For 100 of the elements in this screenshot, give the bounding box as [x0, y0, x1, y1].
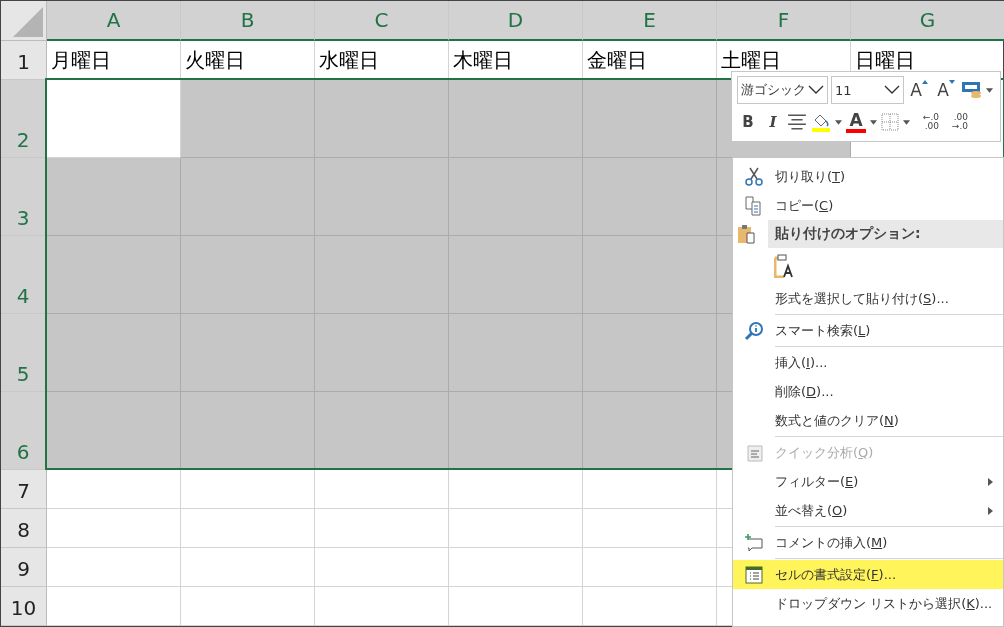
grid-cell[interactable]	[181, 548, 315, 587]
grid-cell[interactable]	[315, 80, 449, 158]
grid-cell[interactable]	[449, 80, 583, 158]
grid-cell[interactable]	[47, 509, 181, 548]
scissors-icon	[744, 166, 764, 187]
grid-cell[interactable]	[583, 548, 717, 587]
grid-cell[interactable]	[583, 587, 717, 626]
grid-cell[interactable]	[181, 80, 315, 158]
grid-cell[interactable]	[181, 470, 315, 509]
fill-color-icon[interactable]	[810, 112, 832, 132]
row-header[interactable]: 6	[1, 392, 47, 470]
paste-values-icon[interactable]	[774, 254, 796, 278]
menu-item[interactable]: スマート検索(L)	[733, 316, 1003, 345]
grid-cell[interactable]	[449, 158, 583, 236]
row-header[interactable]: 9	[1, 548, 47, 587]
column-header[interactable]: G	[851, 1, 1004, 41]
row-header[interactable]: 2	[1, 80, 47, 158]
grid-cell[interactable]	[449, 392, 583, 470]
grid-cell[interactable]	[315, 587, 449, 626]
caret-icon[interactable]	[986, 87, 993, 93]
row-header[interactable]: 1	[1, 41, 47, 80]
column-header[interactable]: D	[449, 1, 583, 41]
grid-cell[interactable]	[583, 509, 717, 548]
grid-cell[interactable]	[47, 236, 181, 314]
row-header[interactable]: 5	[1, 314, 47, 392]
grid-cell[interactable]	[449, 470, 583, 509]
clipboard-icon	[737, 224, 757, 244]
column-header[interactable]: C	[315, 1, 449, 41]
decrease-decimal-button[interactable]: .00 →.0	[942, 113, 968, 131]
column-header[interactable]: B	[181, 1, 315, 41]
grid-cell[interactable]	[181, 158, 315, 236]
row-header[interactable]: 3	[1, 158, 47, 236]
grid-cell[interactable]	[583, 236, 717, 314]
increase-decimal-button[interactable]: ←.0 .00	[913, 113, 939, 131]
submenu-arrow-icon	[988, 507, 993, 515]
grid-cell[interactable]	[315, 158, 449, 236]
menu-item[interactable]: フィルター(E)	[733, 467, 1003, 496]
grid-cell[interactable]	[583, 80, 717, 158]
grid-cell[interactable]	[315, 548, 449, 587]
row-header[interactable]: 7	[1, 470, 47, 509]
align-center-icon[interactable]	[787, 113, 807, 131]
grid-cell[interactable]	[449, 314, 583, 392]
menu-item[interactable]: 挿入(I)...	[733, 348, 1003, 377]
grid-cell[interactable]	[47, 548, 181, 587]
menu-item[interactable]: ドロップダウン リストから選択(K)...	[733, 589, 1003, 618]
font-size-dropdown[interactable]: 11	[831, 76, 904, 104]
chevron-down-icon	[884, 85, 900, 95]
grid-cell[interactable]	[449, 587, 583, 626]
grid-cell[interactable]	[315, 236, 449, 314]
italic-button[interactable]: I	[762, 113, 784, 131]
cell-styles-icon[interactable]	[961, 81, 983, 99]
grid-cell[interactable]	[315, 314, 449, 392]
grid-cell[interactable]	[583, 314, 717, 392]
caret-icon[interactable]	[903, 119, 910, 125]
caret-icon[interactable]	[835, 119, 842, 125]
grid-cell[interactable]	[47, 314, 181, 392]
grid-cell[interactable]	[583, 392, 717, 470]
grid-cell[interactable]	[315, 509, 449, 548]
font-color-button[interactable]: A	[845, 111, 867, 133]
magnifier-info-icon	[744, 320, 764, 341]
grid-cell[interactable]	[47, 158, 181, 236]
font-name-dropdown[interactable]: 游ゴシック	[737, 76, 828, 104]
grid-cell[interactable]: 月曜日	[47, 41, 181, 80]
menu-item[interactable]: 数式と値のクリア(N)	[733, 406, 1003, 435]
grid-cell[interactable]	[181, 587, 315, 626]
grid-cell[interactable]	[583, 158, 717, 236]
select-all-corner[interactable]	[1, 1, 47, 41]
row-header[interactable]: 8	[1, 509, 47, 548]
grid-cell[interactable]	[315, 392, 449, 470]
grid-cell[interactable]	[181, 314, 315, 392]
quick-analysis-icon	[744, 442, 764, 463]
shrink-font-button[interactable]: A	[934, 80, 958, 100]
grid-cell[interactable]	[181, 236, 315, 314]
row-header[interactable]: 4	[1, 236, 47, 314]
menu-item[interactable]: コピー(C)	[733, 191, 1003, 220]
menu-item[interactable]: 切り取り(T)	[733, 162, 1003, 191]
grid-cell[interactable]	[449, 548, 583, 587]
menu-item[interactable]: 並べ替え(O)	[733, 496, 1003, 525]
menu-item[interactable]: セルの書式設定(F)...	[733, 560, 1003, 589]
grid-cell[interactable]	[47, 470, 181, 509]
menu-item[interactable]: コメントの挿入(M)	[733, 528, 1003, 557]
grow-font-button[interactable]: A	[907, 80, 931, 100]
submenu-arrow-icon	[988, 478, 993, 486]
grid-cell[interactable]	[449, 236, 583, 314]
column-header[interactable]: A	[47, 1, 181, 41]
column-header[interactable]: F	[717, 1, 851, 41]
row-header[interactable]: 10	[1, 587, 47, 626]
caret-icon[interactable]	[870, 119, 877, 125]
grid-cell[interactable]	[47, 587, 181, 626]
menu-item[interactable]: 削除(D)...	[733, 377, 1003, 406]
grid-cell[interactable]	[181, 509, 315, 548]
paste-options-heading: 貼り付けのオプション:	[768, 220, 1003, 248]
grid-cell[interactable]	[449, 509, 583, 548]
bold-button[interactable]: B	[737, 113, 759, 131]
grid-cell[interactable]	[315, 470, 449, 509]
grid-cell[interactable]	[47, 392, 181, 470]
column-header[interactable]: E	[583, 1, 717, 41]
grid-cell[interactable]	[583, 470, 717, 509]
grid-cell[interactable]	[181, 392, 315, 470]
menu-item[interactable]: 形式を選択して貼り付け(S)...	[733, 284, 1003, 313]
